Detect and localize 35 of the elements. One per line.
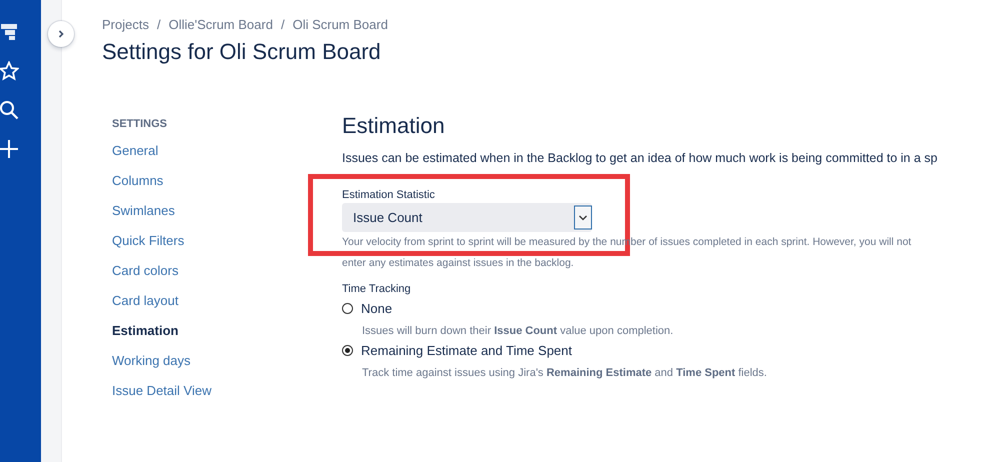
field-label: Estimation Statistic: [342, 189, 436, 201]
section-description: Issues can be estimated when in the Backlog to get an idea of how much work is being committed to in a sp: [342, 151, 938, 165]
sidebar-heading: SETTINGS: [112, 118, 168, 130]
breadcrumb-link[interactable]: Ollie'Scrum Board: [168, 17, 273, 32]
breadcrumb-separator: /: [280, 17, 285, 32]
sidebar-item[interactable]: General: [112, 142, 342, 172]
expand-button[interactable]: [48, 21, 74, 47]
caret-icon: [574, 205, 592, 230]
sidebar-item[interactable]: Card layout: [112, 292, 342, 322]
logo-icon[interactable]: [0, 22, 19, 42]
sidebar-item[interactable]: Working days: [112, 352, 342, 382]
breadcrumb-link[interactable]: Projects: [102, 17, 149, 32]
page-title: Settings for Oli Scrum Board: [102, 39, 382, 65]
breadcrumb-link[interactable]: Oli Scrum Board: [292, 17, 388, 32]
help-text: Track time against issues using Jira's Remaining Estimate and Time Spent fields.: [362, 367, 768, 379]
sidebar-item[interactable]: Columns: [112, 172, 342, 202]
plus-icon[interactable]: [0, 139, 19, 159]
radio-button[interactable]: [342, 303, 353, 314]
field-label: Time Tracking: [342, 283, 412, 295]
radio-label[interactable]: None: [361, 301, 392, 316]
help-text: enter any estimates against issues in the backlog.: [342, 256, 575, 271]
star-icon[interactable]: [0, 61, 19, 81]
radio-label[interactable]: Remaining Estimate and Time Spent: [361, 343, 572, 358]
sidebar-item[interactable]: Swimlanes: [112, 202, 342, 232]
estimation-select[interactable]: Issue Count: [342, 203, 592, 232]
breadcrumb-separator: /: [156, 17, 161, 32]
sidebar-item[interactable]: Issue Detail View: [112, 382, 342, 412]
chevron-right-icon: [56, 29, 66, 39]
radio-button[interactable]: [342, 345, 353, 356]
help-text: Issues will burn down their Issue Count value upon completion.: [362, 325, 674, 337]
search-icon[interactable]: [0, 100, 19, 120]
sidebar-item[interactable]: Estimation: [112, 322, 342, 352]
sidebar-item[interactable]: Card colors: [112, 262, 342, 292]
sidebar-item[interactable]: Quick Filters: [112, 232, 342, 262]
section-heading: Estimation: [342, 112, 446, 140]
